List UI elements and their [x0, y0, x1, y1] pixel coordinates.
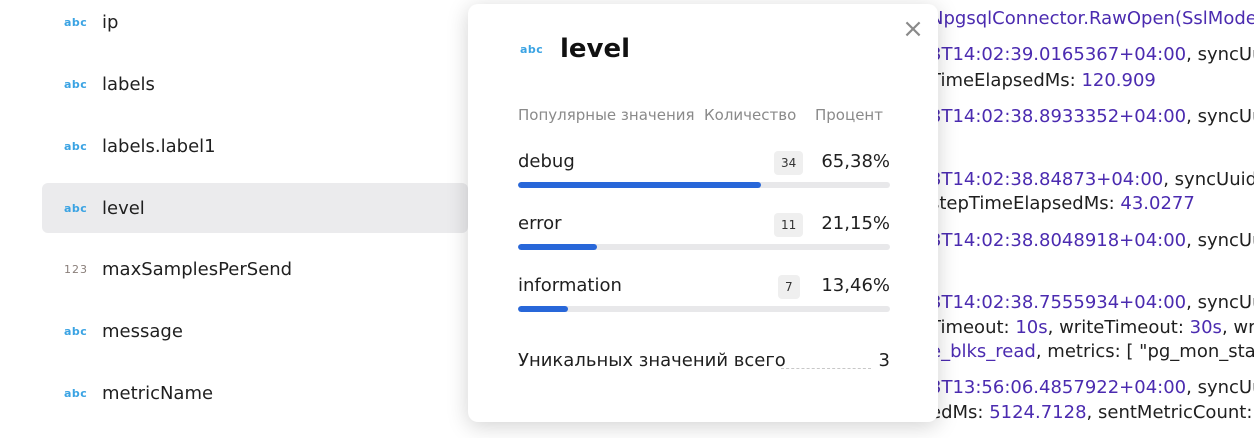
number-type-icon: 123	[64, 262, 88, 276]
field-name: labels.label1	[102, 135, 216, 157]
text-type-icon: abc	[520, 42, 544, 56]
field-item-labels-label1[interactable]: abc labels.label1	[42, 121, 468, 171]
field-name: message	[102, 320, 183, 342]
field-item-maxsamplespersend[interactable]: 123 maxSamplesPerSend	[42, 244, 468, 294]
field-name: level	[102, 197, 145, 219]
progress-fill	[518, 306, 569, 312]
percent-value: 65,38%	[821, 151, 890, 172]
popup-title: level	[560, 34, 631, 64]
field-item-labels[interactable]: abc labels	[42, 59, 468, 109]
field-item-level[interactable]: abc level	[42, 183, 468, 233]
percent-value: 21,15%	[821, 213, 890, 234]
header-popular-values: Популярные значения	[518, 106, 695, 124]
field-name: labels	[102, 73, 155, 95]
field-stats-popup: × abc level Популярные значения Количест…	[468, 4, 938, 422]
header-count: Количество	[704, 106, 797, 124]
count-badge: 7	[778, 275, 800, 299]
log-line: 3T14:02:38.8933352+04:00, syncUuid	[930, 106, 1254, 127]
value-name: error	[518, 213, 562, 234]
progress-bar	[518, 244, 890, 250]
field-list: abc ip abc labels abc labels.label1 abc …	[0, 0, 480, 438]
progress-bar	[518, 306, 890, 312]
progress-bar	[518, 182, 890, 188]
text-type-icon: abc	[64, 15, 88, 29]
unique-values-count: 3	[878, 350, 890, 371]
log-line: TimeElapsedMs: 120.909	[930, 70, 1156, 91]
count-badge: 11	[774, 213, 804, 237]
field-item-metricname[interactable]: abc metricName	[42, 368, 468, 418]
text-type-icon: abc	[64, 324, 88, 338]
field-item-message[interactable]: abc message	[42, 306, 468, 356]
log-line: edMs: 5124.7128, sentMetricCount: 0	[930, 402, 1254, 423]
close-icon[interactable]: ×	[900, 16, 926, 42]
field-item-ip[interactable]: abc ip	[42, 0, 468, 47]
percent-value: 13,46%	[821, 275, 890, 296]
dotted-leader	[781, 368, 871, 369]
field-name: maxSamplesPerSend	[102, 258, 293, 280]
log-line: 3T13:56:06.4857922+04:00, syncUuid	[930, 377, 1254, 398]
log-line: e_blks_read, metrics: [ "pg_mon_sta	[930, 341, 1254, 362]
count-badge: 34	[774, 151, 804, 175]
unique-values-label: Уникальных значений всего	[518, 350, 786, 371]
value-name: information	[518, 275, 622, 296]
text-type-icon: abc	[64, 139, 88, 153]
field-name: ip	[102, 11, 119, 33]
text-type-icon: abc	[64, 77, 88, 91]
log-line: stepTimeElapsedMs: 43.0277	[930, 193, 1195, 214]
log-messages: NpgsqlConnector.RawOpen(SslMode 3T14:02:…	[930, 0, 1254, 438]
progress-fill	[518, 182, 762, 188]
value-name: debug	[518, 151, 575, 172]
log-line: Timeout: 10s, writeTimeout: 30s, wri	[930, 317, 1254, 338]
field-name: metricName	[102, 382, 214, 404]
log-line: 3T14:02:38.8048918+04:00, syncUuid	[930, 230, 1254, 251]
log-line: 3T14:02:39.0165367+04:00, syncUuid	[930, 44, 1254, 65]
header-percent: Процент	[815, 106, 883, 124]
progress-fill	[518, 244, 597, 250]
log-line: 3T14:02:38.7555934+04:00, syncUuid	[930, 292, 1254, 313]
text-type-icon: abc	[64, 201, 88, 215]
log-line: NpgsqlConnector.RawOpen(SslMode	[930, 8, 1254, 29]
log-line: 3T14:02:38.84873+04:00, syncUuid: e	[930, 169, 1254, 190]
text-type-icon: abc	[64, 386, 88, 400]
popup-header: abc level	[520, 34, 630, 64]
